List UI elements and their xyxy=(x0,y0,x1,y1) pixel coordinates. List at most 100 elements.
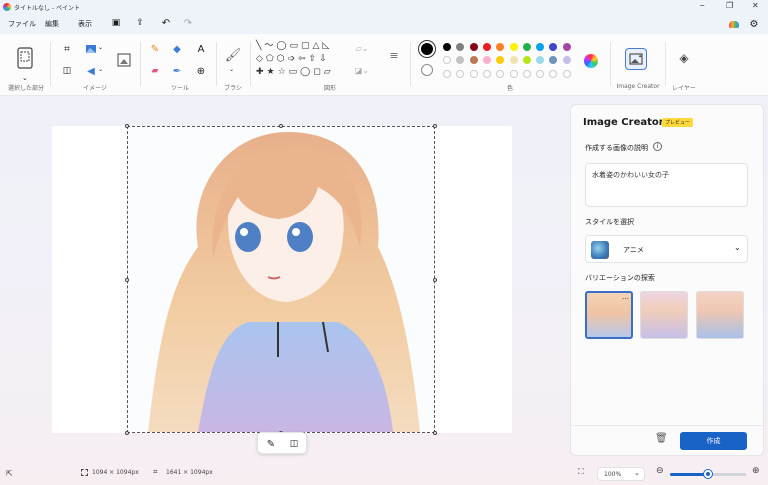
save-icon[interactable]: ▣ xyxy=(110,17,122,29)
brush-chevron-icon[interactable]: ⌄ xyxy=(229,66,234,73)
color-swatch[interactable] xyxy=(443,43,451,51)
color-swatch[interactable] xyxy=(456,70,465,78)
text-icon[interactable]: A xyxy=(194,42,208,56)
minimize-button[interactable]: ─ xyxy=(700,2,704,10)
style-dropdown[interactable]: アニメ ⌄ xyxy=(585,235,748,263)
info-icon[interactable]: i xyxy=(653,142,662,151)
flip-selection-icon[interactable]: ◫ xyxy=(287,437,301,451)
color-swatch[interactable] xyxy=(522,56,531,64)
menu-bar: ファイル 編集 表示 ▣ ⇪ ↶ ↷ ⚙ xyxy=(0,14,768,34)
resize-handle[interactable] xyxy=(125,431,129,435)
create-button[interactable]: 作成 xyxy=(680,432,747,450)
outline-icon[interactable]: ▱⌄ xyxy=(354,42,370,54)
color-swatch[interactable] xyxy=(522,70,531,78)
color-swatch[interactable] xyxy=(482,70,491,78)
color-swatch[interactable] xyxy=(562,70,571,78)
color-picker-icon[interactable]: ✒ xyxy=(170,64,184,78)
chevron-down-icon[interactable]: ⌄ xyxy=(22,74,28,82)
share-icon[interactable]: ⇪ xyxy=(134,17,146,29)
resize-handle[interactable] xyxy=(125,278,129,282)
resize-handle[interactable] xyxy=(433,278,437,282)
eraser-icon[interactable]: ▰ xyxy=(148,64,162,78)
variation-thumbnail-2[interactable] xyxy=(640,291,688,339)
color-swatch[interactable] xyxy=(562,56,571,64)
crop-icon[interactable]: ⌗ xyxy=(60,42,74,56)
secondary-color-swatch[interactable] xyxy=(421,64,433,76)
menu-edit[interactable]: 編集 xyxy=(45,19,59,29)
color-swatch[interactable] xyxy=(469,43,478,51)
image-creator-button[interactable]: ✦ xyxy=(625,48,647,70)
zoom-slider-thumb[interactable] xyxy=(704,470,712,478)
color-swatch[interactable] xyxy=(482,43,491,51)
color-swatch[interactable] xyxy=(469,56,478,64)
maximize-button[interactable]: ❐ xyxy=(726,1,733,10)
settings-gear-icon[interactable]: ⚙ xyxy=(748,18,760,30)
zoom-slider[interactable] xyxy=(670,470,746,478)
prompt-input[interactable]: 水着姿のかわいい女の子 xyxy=(585,163,748,207)
color-swatch[interactable] xyxy=(549,70,558,78)
resize-handle[interactable] xyxy=(433,124,437,128)
menu-file[interactable]: ファイル xyxy=(8,19,36,29)
resize-chevron-icon[interactable]: ⌄ xyxy=(98,44,103,51)
color-swatch[interactable] xyxy=(482,56,491,64)
fill-icon[interactable]: ◆ xyxy=(170,42,184,56)
color-swatch[interactable] xyxy=(536,70,545,78)
zoom-in-icon[interactable]: ⊕ xyxy=(752,466,760,476)
color-swatch[interactable] xyxy=(549,43,558,51)
brush-icon[interactable]: 🖌 xyxy=(224,44,242,66)
selection-floating-toolbar: ✎ ◫ xyxy=(257,432,307,454)
resize-handle[interactable] xyxy=(279,124,283,128)
more-options-icon[interactable]: … xyxy=(622,293,629,301)
color-swatch[interactable] xyxy=(536,43,545,51)
color-swatch[interactable] xyxy=(522,43,531,51)
shapes-gallery[interactable]: ╲〜◯▭▢△◺ ◇⬠⬡➩⇦⇧⇩ ✚★☆▭◯◻▱ xyxy=(256,40,346,82)
copilot-icon[interactable] xyxy=(728,18,740,30)
pencil-icon[interactable]: ✎ xyxy=(148,42,162,56)
flip-icon[interactable]: ◀ xyxy=(84,64,98,78)
color-swatch[interactable] xyxy=(496,56,505,64)
edit-colors-icon[interactable] xyxy=(584,54,598,68)
color-swatch[interactable] xyxy=(456,56,465,64)
color-swatch[interactable] xyxy=(496,43,505,51)
group-label-shapes: 図形 xyxy=(323,85,336,92)
color-swatch[interactable] xyxy=(456,43,465,51)
color-swatch[interactable] xyxy=(549,56,558,64)
color-swatch[interactable] xyxy=(562,43,571,51)
menu-view[interactable]: 表示 xyxy=(78,19,92,29)
fit-to-window-icon[interactable]: ⛶ xyxy=(578,467,584,477)
variation-thumbnail-1[interactable]: … xyxy=(585,291,633,339)
color-swatch[interactable] xyxy=(509,43,518,51)
title-bar: タイトルなし - ペイント ─ ❐ ✕ xyxy=(0,0,768,14)
color-swatch[interactable] xyxy=(443,56,451,64)
remove-background-icon[interactable]: ✎ xyxy=(264,437,278,451)
rotate-icon[interactable]: ◫ xyxy=(60,64,74,78)
resize-handle[interactable] xyxy=(125,124,129,128)
primary-color-swatch[interactable] xyxy=(419,41,435,57)
color-swatch[interactable] xyxy=(443,70,451,78)
close-button[interactable]: ✕ xyxy=(752,1,759,10)
resize-handle[interactable] xyxy=(433,431,437,435)
undo-icon[interactable]: ↶ xyxy=(160,17,172,29)
redo-icon[interactable]: ↷ xyxy=(182,17,194,29)
color-swatch[interactable] xyxy=(536,56,545,64)
variation-thumbnail-3[interactable] xyxy=(696,291,744,339)
magnifier-icon[interactable]: ⊕ xyxy=(194,64,208,78)
shape-fill-icon[interactable]: ◪⌄ xyxy=(354,64,370,76)
zoom-dropdown[interactable]: 100% ⌄ xyxy=(597,467,645,481)
flip-chevron-icon[interactable]: ⌄ xyxy=(98,66,103,73)
canvas-size: 1641 × 1094px xyxy=(166,469,213,476)
line-width-icon[interactable]: ≡ xyxy=(386,48,402,62)
resize-icon[interactable] xyxy=(84,42,98,56)
zoom-out-icon[interactable]: ⊖ xyxy=(656,466,664,476)
color-swatch[interactable] xyxy=(469,70,478,78)
layers-icon[interactable]: ◈ xyxy=(676,50,692,66)
image-select-icon[interactable] xyxy=(116,52,132,68)
color-swatch[interactable] xyxy=(496,70,505,78)
delete-icon[interactable]: 🗑 xyxy=(655,433,668,444)
group-label-tools: ツール xyxy=(170,85,189,92)
color-swatch[interactable] xyxy=(509,56,518,64)
color-swatch[interactable] xyxy=(509,70,518,78)
variations-label: バリエーションの探索 xyxy=(585,274,655,282)
selection-tool-button[interactable] xyxy=(14,44,36,72)
selection-box[interactable] xyxy=(125,124,437,435)
